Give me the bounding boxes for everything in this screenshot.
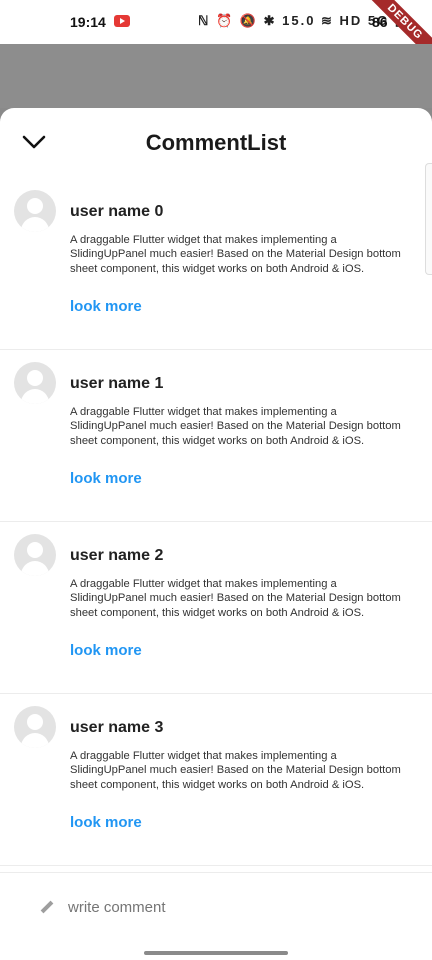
divider xyxy=(0,872,432,873)
comment-sheet: CommentList user name 0 A draggable Flut… xyxy=(0,108,432,960)
youtube-notification-icon xyxy=(114,15,130,27)
look-more-link[interactable]: look more xyxy=(70,642,142,659)
status-time: 19:14 xyxy=(70,14,106,30)
list-item: user name 0 A draggable Flutter widget t… xyxy=(0,178,432,350)
avatar xyxy=(14,706,56,748)
comment-list: user name 0 A draggable Flutter widget t… xyxy=(0,178,432,866)
look-more-link[interactable]: look more xyxy=(70,470,142,487)
look-more-link[interactable]: look more xyxy=(70,814,142,831)
battery-level: 86 xyxy=(372,14,388,30)
user-name: user name 0 xyxy=(70,203,164,220)
write-comment-bar[interactable] xyxy=(0,888,432,928)
avatar xyxy=(14,534,56,576)
look-more-link[interactable]: look more xyxy=(70,298,142,315)
home-indicator[interactable] xyxy=(144,951,288,955)
comment-text: A draggable Flutter widget that makes im… xyxy=(70,406,401,447)
list-item: user name 3 A draggable Flutter widget t… xyxy=(0,694,432,866)
list-item: user name 2 A draggable Flutter widget t… xyxy=(0,522,432,694)
user-name: user name 1 xyxy=(70,375,164,392)
avatar xyxy=(14,362,56,404)
user-name: user name 2 xyxy=(70,547,164,564)
sheet-title: CommentList xyxy=(145,130,287,155)
pencil-icon xyxy=(40,900,54,914)
comment-text: A draggable Flutter widget that makes im… xyxy=(70,234,401,275)
background-scrim[interactable] xyxy=(0,44,432,108)
status-bar: 19:14 ℕ ⏰ 🔕 ✱ 15.0 ≋ HD 5G ▮ 86 DEBUG xyxy=(0,0,432,67)
comment-text: A draggable Flutter widget that makes im… xyxy=(70,750,401,791)
list-item: user name 1 A draggable Flutter widget t… xyxy=(0,350,432,522)
user-name: user name 3 xyxy=(70,719,164,736)
write-comment-input[interactable] xyxy=(66,898,269,917)
sheet-header: CommentList xyxy=(0,108,432,178)
comment-text: A draggable Flutter widget that makes im… xyxy=(70,578,401,619)
avatar xyxy=(14,190,56,232)
